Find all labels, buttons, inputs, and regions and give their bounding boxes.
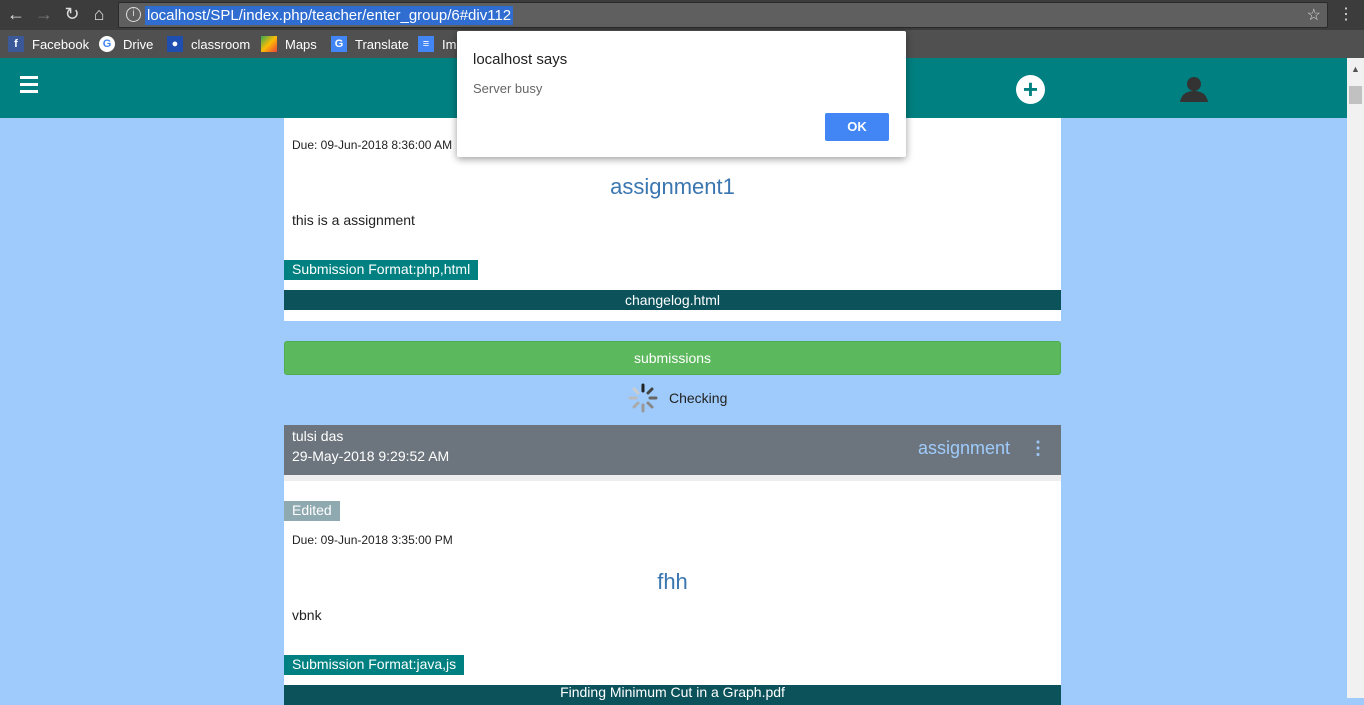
bookmark-maps[interactable]: Maps <box>261 36 317 52</box>
facebook-icon: f <box>8 36 24 52</box>
more-menu-icon[interactable]: ⋮ <box>1338 4 1354 24</box>
hamburger-menu-icon[interactable] <box>20 76 38 97</box>
bookmark-docs[interactable]: ≡ Im <box>418 36 456 52</box>
classroom-icon: ● <box>167 36 183 52</box>
post-title[interactable]: fhh <box>284 569 1061 595</box>
checking-status: Checking <box>627 382 727 414</box>
back-icon[interactable]: ← <box>5 4 27 25</box>
docs-icon: ≡ <box>418 36 434 52</box>
due-date: Due: 09-Jun-2018 3:35:00 PM <box>292 533 453 547</box>
attachment-file[interactable]: Finding Minimum Cut in a Graph.pdf <box>284 685 1061 705</box>
user-icon[interactable] <box>1180 76 1208 102</box>
maps-icon <box>261 36 277 52</box>
author-name: tulsi das <box>292 428 344 444</box>
bookmark-facebook[interactable]: f Facebook <box>8 36 89 52</box>
forward-icon[interactable]: → <box>33 4 55 25</box>
add-icon[interactable]: + <box>1016 75 1045 104</box>
edited-badge: Edited <box>284 501 340 521</box>
due-date: Due: 09-Jun-2018 8:36:00 AM <box>292 138 453 152</box>
bookmark-label: Maps <box>285 36 317 52</box>
bookmark-classroom[interactable]: ● classroom <box>167 36 250 52</box>
post-header: tulsi das 29-May-2018 9:29:52 AM assignm… <box>284 425 1061 475</box>
submission-format: Submission Format:java,js <box>284 655 465 675</box>
ok-button[interactable]: OK <box>825 113 889 141</box>
spinner-icon <box>628 383 658 413</box>
bookmark-label: Facebook <box>32 36 90 52</box>
reload-icon[interactable]: ↻ <box>61 4 83 25</box>
browser-toolbar: ← → ↻ ⌂ i localhost/SPL/index.php/teache… <box>0 0 1364 30</box>
dialog-title: localhost says <box>473 51 568 68</box>
post-title[interactable]: assignment1 <box>284 174 1061 200</box>
post-type: assignment <box>918 438 1011 458</box>
bookmark-drive[interactable]: G Drive <box>99 36 153 52</box>
post-description: vbnk <box>292 607 322 623</box>
translate-icon: G <box>331 36 347 52</box>
info-icon[interactable]: i <box>126 7 141 22</box>
home-icon[interactable]: ⌂ <box>88 4 110 25</box>
scrollbar-thumb[interactable] <box>1349 86 1362 104</box>
submissions-button[interactable]: submissions <box>284 341 1061 375</box>
post-description: this is a assignment <box>292 212 415 228</box>
dialog-message: Server busy <box>473 81 543 96</box>
submission-format: Submission Format:php,html <box>284 260 479 280</box>
google-icon: G <box>99 36 115 52</box>
alert-dialog: localhost says Server busy OK <box>457 31 906 157</box>
attachment-file[interactable]: changelog.html <box>284 290 1061 310</box>
post-date: 29-May-2018 9:29:52 AM <box>292 448 450 464</box>
kebab-menu-icon[interactable]: ⋮ <box>1029 438 1047 459</box>
checking-label: Checking <box>669 390 728 406</box>
bookmark-label: Drive <box>123 36 154 52</box>
bookmark-label: Im <box>442 36 457 52</box>
scrollbar[interactable]: ▲ <box>1347 58 1364 698</box>
url-text[interactable]: localhost/SPL/index.php/teacher/enter_gr… <box>145 6 514 25</box>
scroll-up-icon[interactable]: ▲ <box>1351 64 1360 74</box>
bookmark-translate[interactable]: G Translate <box>331 36 409 52</box>
star-icon[interactable]: ☆ <box>1307 5 1321 25</box>
bookmark-label: classroom <box>191 36 251 52</box>
post-card: Edited Due: 09-Jun-2018 3:35:00 PM fhh v… <box>284 475 1061 705</box>
bookmark-label: Translate <box>355 36 409 52</box>
address-bar[interactable]: i localhost/SPL/index.php/teacher/enter_… <box>118 2 1328 28</box>
